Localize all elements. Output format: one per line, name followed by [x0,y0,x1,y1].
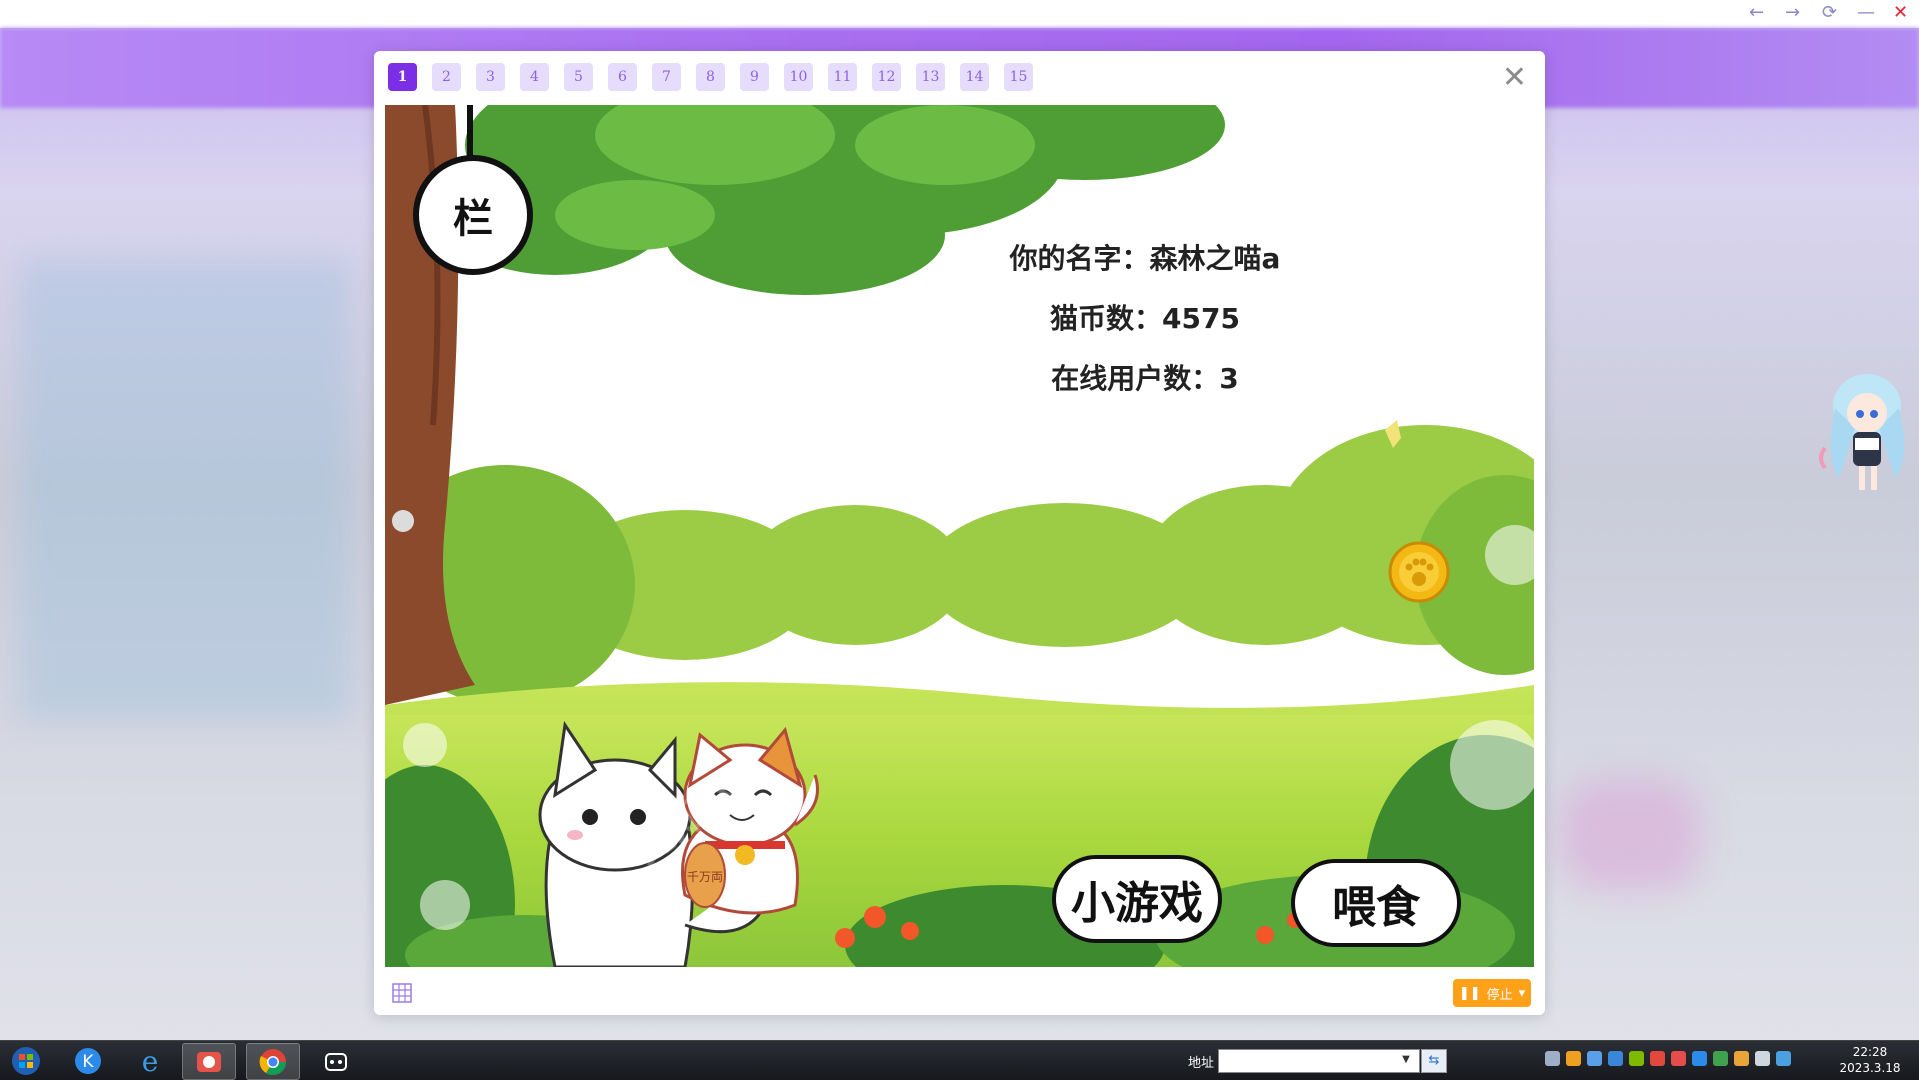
forward-icon[interactable]: → [1785,2,1800,23]
tab-10[interactable]: 10 [784,63,813,91]
page-tabs: 1 2 3 4 5 6 7 8 9 10 11 12 13 14 15 [388,63,1033,91]
system-clock[interactable]: 22:28 2023.3.18 [1830,1044,1910,1076]
tray-app-icon[interactable] [1608,1051,1623,1066]
taskbar-app-robot[interactable] [310,1043,362,1078]
anime-mascot-image[interactable] [1815,368,1915,498]
tray-app-icon[interactable] [1734,1051,1749,1066]
game-app-icon [197,1051,221,1072]
network-icon[interactable] [1776,1051,1791,1066]
tab-13[interactable]: 13 [916,63,945,91]
feed-button-label: 喂食 [1332,882,1420,933]
k-tray-icon[interactable] [1692,1051,1707,1066]
feed-button[interactable]: 喂食 [1291,859,1461,947]
modal-close-icon[interactable]: ✕ [1502,63,1527,93]
address-dropdown-icon[interactable]: ▼ [1398,1050,1414,1070]
tab-7[interactable]: 7 [652,63,681,91]
chrome-icon [259,1048,287,1075]
start-button[interactable] [2,1043,50,1078]
chevron-down-icon[interactable]: ▾ [1519,986,1526,1001]
tab-9[interactable]: 9 [740,63,769,91]
address-go-icon[interactable]: ⇆ [1421,1049,1447,1073]
paw-coin-icon[interactable] [1388,541,1450,603]
cat-coins-text: 猫币数：4575 [1050,302,1240,335]
player-name-text: 你的名字：森林之喵a [1009,242,1281,275]
tab-14[interactable]: 14 [960,63,989,91]
tab-11[interactable]: 11 [828,63,857,91]
internet-explorer-icon: e [142,1046,159,1076]
tray-app-icon[interactable] [1713,1051,1728,1066]
online-users-text: 在线用户数：3 [1051,362,1239,395]
k-app-icon: K [75,1047,101,1074]
taskbar-app-chrome[interactable] [246,1043,300,1080]
back-icon[interactable]: ← [1749,2,1764,23]
svg-text:K: K [82,1052,94,1072]
address-label: 地址 [1188,1056,1215,1071]
stop-button-label: 停止 [1486,987,1513,1003]
tab-1[interactable]: 1 [388,63,417,91]
svg-text:e: e [142,1046,159,1076]
signal-icon[interactable] [1755,1051,1770,1066]
clock-date: 2023.3.18 [1839,1061,1901,1075]
taskbar-app-k[interactable]: K [62,1043,114,1078]
windows-flag-icon[interactable] [1629,1051,1644,1066]
tab-4[interactable]: 4 [520,63,549,91]
tray-app-icon[interactable] [1587,1051,1602,1066]
forest-background: 千万両 觅知网 觅知网 觅知网 觅知网 [385,105,1534,967]
volume-icon[interactable] [1545,1051,1560,1066]
clock-time: 22:28 [1852,1045,1888,1059]
tray-app-icon[interactable] [1650,1051,1665,1066]
shield-icon[interactable] [1566,1051,1581,1066]
tray-app-icon[interactable] [1671,1051,1686,1066]
game-modal: 1 2 3 4 5 6 7 8 9 10 11 12 13 14 15 ✕ 千万… [374,51,1545,1015]
grid-icon[interactable] [392,983,412,1003]
address-input[interactable] [1218,1049,1420,1073]
sidebar-badge-button[interactable]: 栏 [413,155,533,275]
tab-5[interactable]: 5 [564,63,593,91]
blurred-background-shape [1560,780,1700,890]
lucky-cat-coin-label: 千万両 [687,870,723,884]
system-tray [1545,1051,1791,1066]
tab-15[interactable]: 15 [1004,63,1033,91]
tab-8[interactable]: 8 [696,63,725,91]
robot-icon [325,1052,347,1071]
scene-marker [392,510,414,532]
minimize-icon[interactable]: — [1857,2,1875,23]
minigame-button-label: 小游戏 [1071,878,1203,929]
browser-top-bar: ← → ⟳ — ✕ [0,0,1919,28]
pause-icon: ❚❚ [1458,985,1481,1001]
taskbar-app-game[interactable] [182,1043,236,1080]
tab-6[interactable]: 6 [608,63,637,91]
sidebar-badge-label: 栏 [453,196,493,242]
refresh-icon[interactable]: ⟳ [1822,2,1837,23]
blurred-background-panel [20,260,350,720]
windows-logo-icon [12,1046,40,1075]
tab-2[interactable]: 2 [432,63,461,91]
stop-button[interactable]: ❚❚ 停止 ▾ [1453,979,1531,1007]
tab-3[interactable]: 3 [476,63,505,91]
close-icon[interactable]: ✕ [1893,2,1908,23]
taskbar-app-ie[interactable]: e [124,1043,176,1078]
tab-12[interactable]: 12 [872,63,901,91]
minigame-button[interactable]: 小游戏 [1052,855,1222,943]
taskbar: K e 地址 ▼ ⇆ 22:28 2023.3.18 [0,1040,1919,1080]
game-scene: 千万両 觅知网 觅知网 觅知网 觅知网 栏 你的名字：森林之喵a 猫币数：457… [385,105,1534,967]
